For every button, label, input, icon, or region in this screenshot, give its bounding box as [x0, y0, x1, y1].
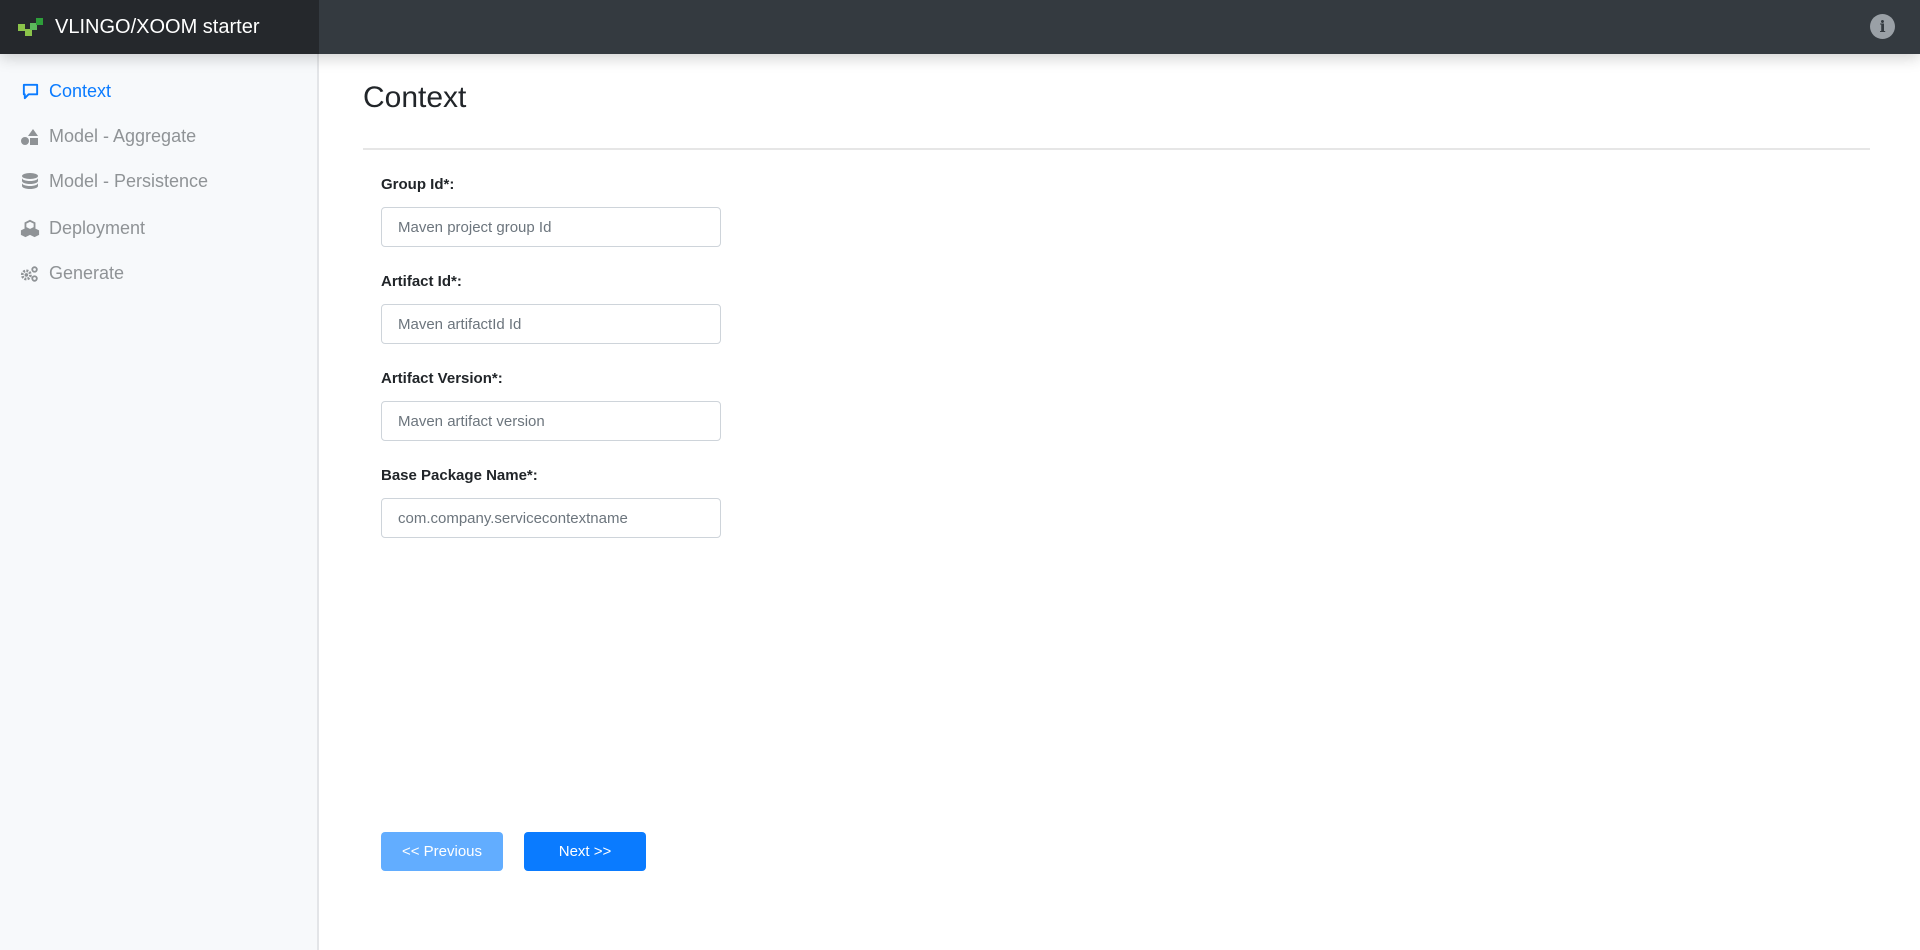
previous-button[interactable]: << Previous: [381, 832, 503, 871]
sidebar-item-label: Context: [49, 81, 112, 101]
artifact-version-input[interactable]: [381, 401, 721, 441]
sidebar-item-generate[interactable]: Generate: [20, 263, 124, 284]
database-icon: [20, 172, 40, 192]
app-title: VLINGO/XOOM starter: [55, 15, 260, 38]
page-title: Context: [363, 81, 467, 114]
vlingo-logo-icon: [18, 16, 44, 38]
artifact-version-label: Artifact Version*:: [381, 370, 503, 387]
sidebar-item-label: Model - Persistence: [49, 171, 209, 191]
divider: [363, 148, 1870, 150]
main-content: Context Group Id*: Artifact Id*: Artifac…: [321, 54, 1920, 950]
comment-icon: [20, 82, 40, 102]
sidebar-item-label: Deployment: [49, 218, 146, 238]
base-package-name-label: Base Package Name*:: [381, 467, 538, 484]
group-id-label: Group Id*:: [381, 176, 455, 193]
group-id-input[interactable]: [381, 207, 721, 247]
cubes-icon: [20, 219, 40, 239]
top-header: VLINGO/XOOM starter i: [0, 0, 1920, 54]
sidebar-item-model-aggregate[interactable]: Model - Aggregate: [20, 126, 196, 147]
shapes-icon: [20, 127, 40, 147]
base-package-name-input[interactable]: [381, 498, 721, 538]
sidebar-item-deployment[interactable]: Deployment: [20, 218, 145, 239]
sidebar-item-context[interactable]: Context: [20, 81, 111, 102]
brand[interactable]: VLINGO/XOOM starter: [0, 0, 319, 54]
cogs-icon: [20, 264, 40, 284]
sidebar: Context Model - Aggregate Model - Persis…: [0, 54, 319, 950]
next-button[interactable]: Next >>: [524, 832, 646, 871]
sidebar-item-label: Model - Aggregate: [49, 126, 197, 146]
artifact-id-label: Artifact Id*:: [381, 273, 462, 290]
info-icon[interactable]: i: [1870, 14, 1895, 39]
sidebar-item-label: Generate: [49, 263, 125, 283]
artifact-id-input[interactable]: [381, 304, 721, 344]
sidebar-item-model-persistence[interactable]: Model - Persistence: [20, 171, 208, 192]
